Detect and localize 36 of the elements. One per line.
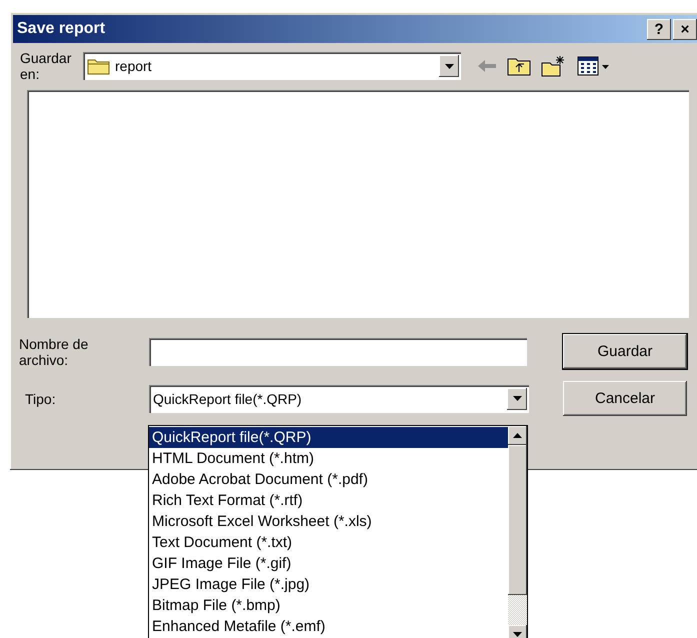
folder-name: report bbox=[115, 58, 152, 74]
file-name-field[interactable] bbox=[149, 338, 527, 366]
file-type-dropdown[interactable]: QuickReport file(*.QRP) bbox=[149, 384, 529, 412]
view-menu-icon[interactable] bbox=[577, 56, 611, 76]
new-folder-icon[interactable] bbox=[541, 55, 567, 77]
file-type-option[interactable]: HTML Document (*.htm) bbox=[149, 448, 508, 469]
dropdown-button[interactable] bbox=[439, 55, 459, 77]
window-title: Save report bbox=[17, 20, 106, 38]
file-type-value: QuickReport file(*.QRP) bbox=[153, 390, 303, 406]
file-type-option[interactable]: JPEG Image File (*.jpg) bbox=[149, 574, 508, 595]
down-arrow-icon bbox=[513, 632, 522, 637]
file-type-option[interactable]: GIF Image File (*.gif) bbox=[149, 553, 508, 574]
file-type-option[interactable]: Text Document (*.txt) bbox=[149, 532, 508, 553]
caret-icon bbox=[444, 64, 454, 68]
folder-dropdown[interactable]: report bbox=[83, 52, 461, 80]
up-folder-icon[interactable] bbox=[507, 56, 531, 76]
file-type-label: Tipo: bbox=[24, 390, 57, 406]
file-name-label: Nombre de archivo: bbox=[19, 336, 90, 368]
caret-icon bbox=[512, 396, 522, 401]
file-type-option[interactable]: Rich Text Format (*.rtf) bbox=[149, 490, 508, 511]
scrollbar[interactable] bbox=[508, 426, 527, 638]
close-button[interactable]: × bbox=[673, 18, 697, 40]
folder-icon bbox=[87, 57, 111, 75]
file-type-option[interactable]: Adobe Acrobat Document (*.pdf) bbox=[149, 469, 508, 490]
cancel-button[interactable]: Cancelar bbox=[563, 381, 687, 416]
scroll-thumb[interactable] bbox=[508, 445, 527, 595]
file-type-option[interactable]: QuickReport file(*.QRP) bbox=[149, 427, 508, 448]
dropdown-button[interactable] bbox=[507, 388, 527, 410]
help-button[interactable]: ? bbox=[647, 18, 671, 40]
file-type-option[interactable]: Bitmap File (*.bmp) bbox=[149, 595, 508, 616]
up-arrow-icon bbox=[513, 433, 522, 438]
file-type-option[interactable]: Enhanced Metafile (*.emf) bbox=[149, 616, 508, 637]
scroll-up-button[interactable] bbox=[508, 426, 527, 445]
save-button[interactable]: Guardar bbox=[563, 334, 687, 369]
file-type-option[interactable]: Microsoft Excel Worksheet (*.xls) bbox=[149, 511, 508, 532]
save-in-label: Guardar en: bbox=[20, 50, 72, 82]
